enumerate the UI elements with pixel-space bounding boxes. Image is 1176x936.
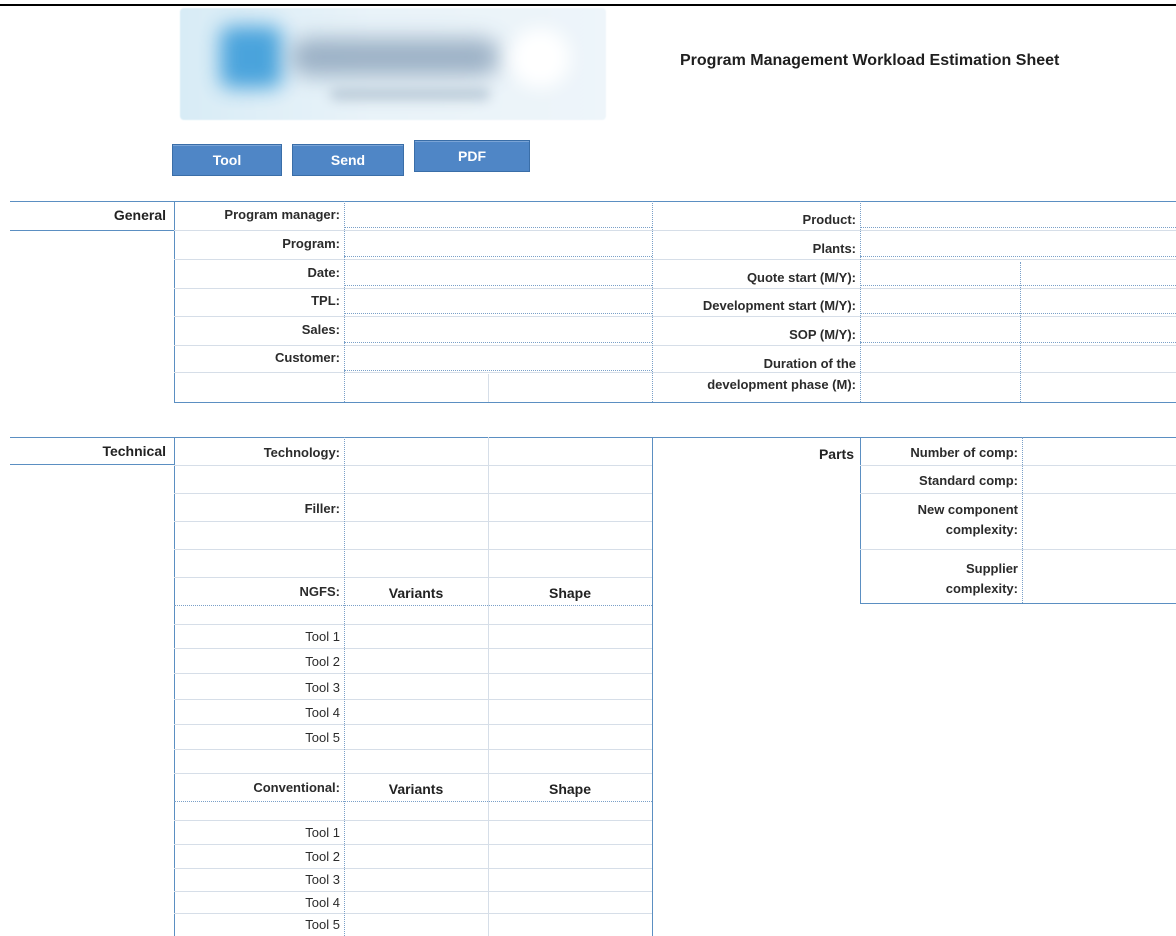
label-ngfs: NGFS: — [299, 584, 340, 599]
supplier-complexity-input[interactable] — [1024, 551, 1174, 602]
label-supplier-line2: complexity: — [945, 581, 1018, 596]
sales-input[interactable] — [346, 318, 650, 342]
conventional-tool-1-label: Tool 1 — [305, 825, 340, 840]
label-duration-line1: Duration of the — [763, 356, 856, 371]
technology-input[interactable] — [346, 439, 486, 464]
general-section-underline — [10, 230, 174, 231]
conventional-tool-4-label: Tool 4 — [305, 895, 340, 910]
label-conventional: Conventional: — [253, 780, 340, 795]
label-sop: SOP (M/Y): — [789, 327, 856, 342]
label-standard-comp: Standard comp: — [919, 473, 1018, 488]
conventional-tool-3-label: Tool 3 — [305, 872, 340, 887]
label-number-of-comp: Number of comp: — [910, 445, 1018, 460]
ngfs-tool-1-label: Tool 1 — [305, 629, 340, 644]
technical-section-underline — [10, 464, 174, 465]
conventional-tool-5-label: Tool 5 — [305, 917, 340, 932]
label-duration-line2: development phase (M): — [707, 377, 856, 392]
standard-comp-input[interactable] — [1024, 467, 1174, 492]
technical-section-label: Technical — [102, 443, 166, 459]
conventional-shape-header: Shape — [548, 781, 591, 797]
technical-right-border — [652, 437, 653, 936]
page-title: Program Management Workload Estimation S… — [680, 52, 1060, 69]
pdf-button[interactable]: PDF — [414, 140, 530, 172]
parts-bottom-border — [860, 603, 1176, 604]
quote-start-input[interactable] — [862, 261, 1018, 285]
label-program: Program: — [282, 236, 340, 251]
number-of-comp-input[interactable] — [1024, 439, 1174, 464]
label-product: Product: — [802, 212, 856, 227]
ngfs-tool-5-label: Tool 5 — [305, 730, 340, 745]
label-program-manager: Program manager: — [224, 207, 340, 222]
ngfs-shape-header: Shape — [548, 585, 591, 601]
ngfs-tool-4-label: Tool 4 — [305, 705, 340, 720]
parts-section-label: Parts — [818, 446, 854, 462]
label-technology: Technology: — [263, 445, 340, 460]
label-tpl: TPL: — [311, 293, 340, 308]
program-manager-input[interactable] — [346, 203, 650, 227]
new-component-complexity-input[interactable] — [1024, 495, 1174, 548]
customer-input[interactable] — [346, 347, 650, 371]
company-logo — [180, 8, 606, 120]
general-bottom-border — [174, 402, 1176, 403]
general-section-label: General — [113, 207, 166, 223]
ngfs-tool-2-label: Tool 2 — [305, 654, 340, 669]
filler-input[interactable] — [346, 495, 486, 520]
technical-top-border — [10, 437, 1176, 438]
development-start-input[interactable] — [862, 290, 1018, 314]
tpl-input[interactable] — [346, 290, 650, 314]
label-plants: Plants: — [812, 241, 856, 256]
technical-left-border — [174, 437, 175, 936]
label-sales: Sales: — [301, 322, 340, 337]
tool-button[interactable]: Tool — [172, 144, 282, 176]
label-date: Date: — [307, 265, 340, 280]
sop-input[interactable] — [862, 318, 1018, 342]
conventional-variants-header: Variants — [388, 781, 444, 797]
duration-input[interactable] — [862, 347, 1018, 401]
ngfs-tool-3-label: Tool 3 — [305, 680, 340, 695]
program-input[interactable] — [346, 232, 650, 256]
label-new-component-line1: New component — [917, 502, 1018, 517]
send-button[interactable]: Send — [292, 144, 404, 176]
product-input[interactable] — [862, 203, 1174, 227]
label-supplier-line1: Supplier — [965, 561, 1018, 576]
parts-left-border — [860, 437, 861, 604]
date-input[interactable] — [346, 261, 650, 285]
label-new-component-line2: complexity: — [945, 522, 1018, 537]
label-customer: Customer: — [274, 350, 340, 365]
top-border — [0, 4, 1176, 6]
general-top-border — [10, 201, 1176, 202]
conventional-tool-2-label: Tool 2 — [305, 849, 340, 864]
label-filler: Filler: — [304, 501, 340, 516]
label-quote-start: Quote start (M/Y): — [746, 270, 856, 285]
plants-input[interactable] — [862, 232, 1174, 256]
ngfs-variants-header: Variants — [388, 585, 444, 601]
label-development-start: Development start (M/Y): — [702, 298, 856, 313]
